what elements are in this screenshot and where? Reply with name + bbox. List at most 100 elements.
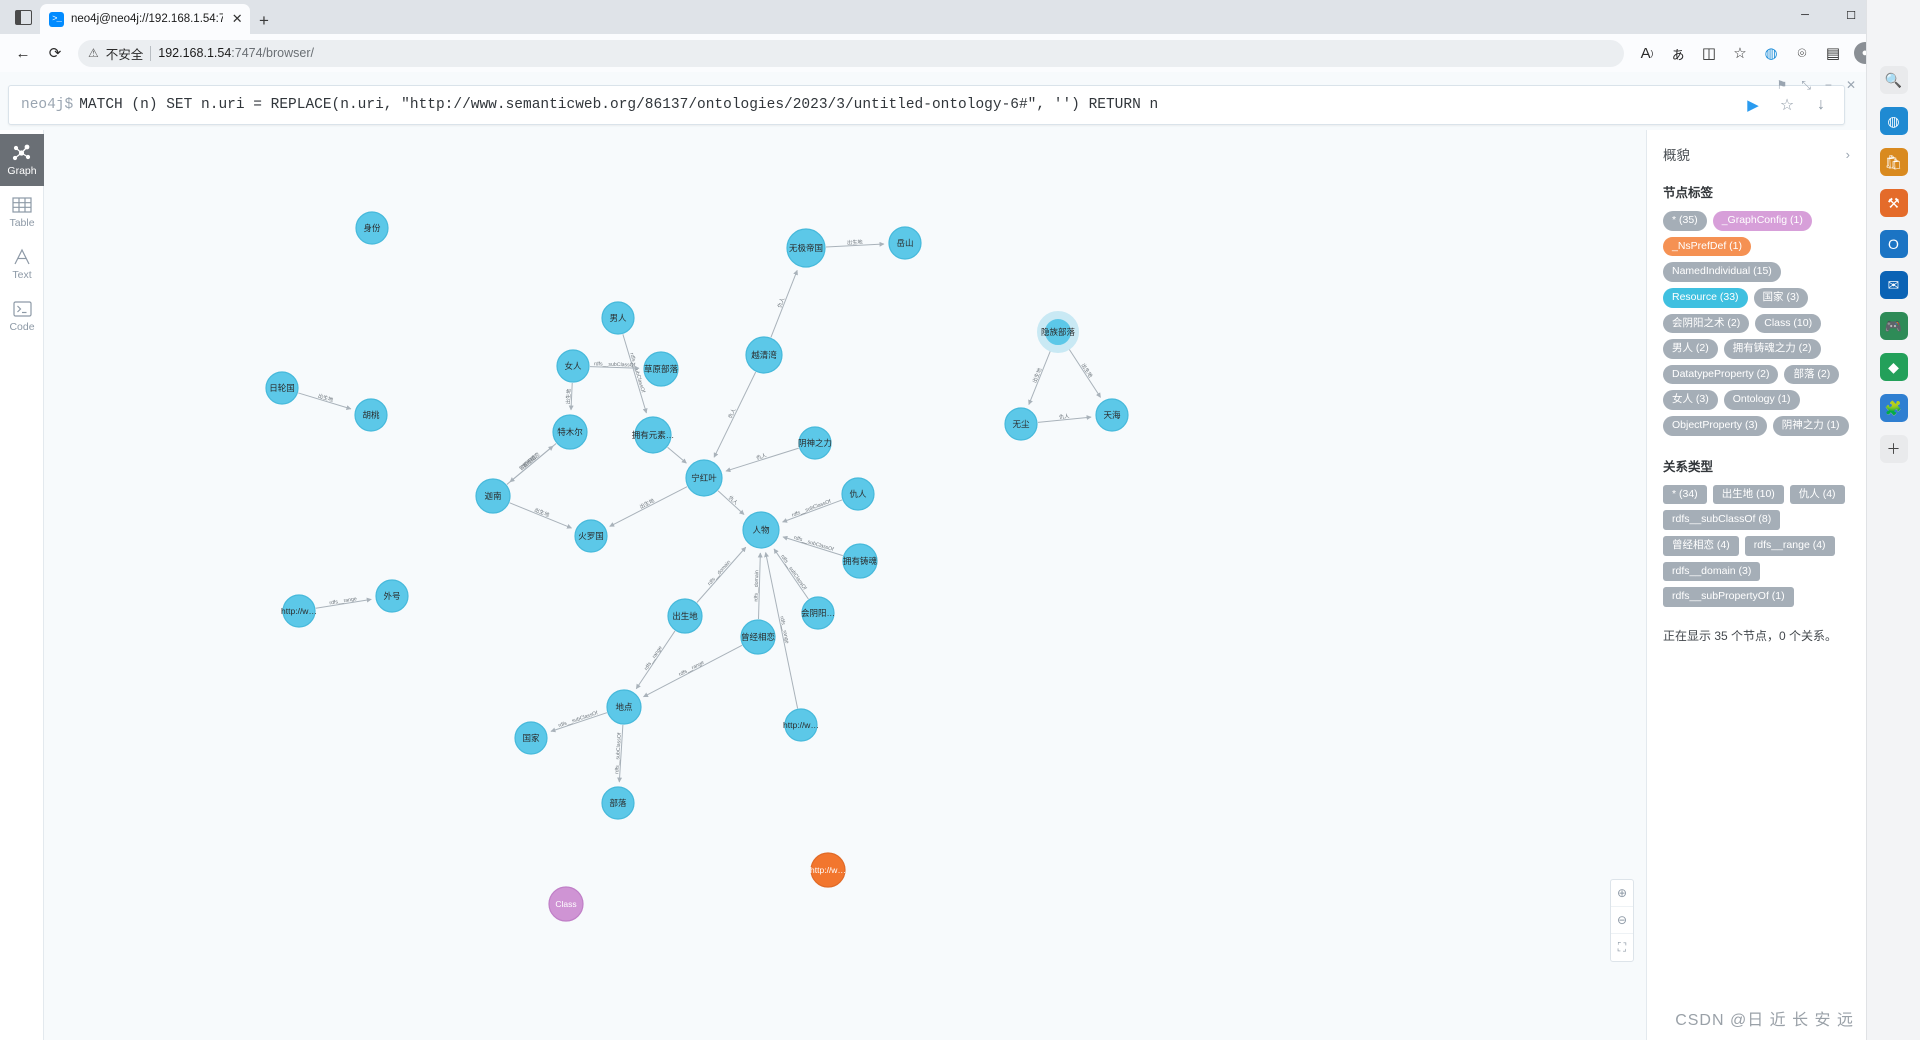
graph-node[interactable]: http://w… [281, 594, 317, 628]
node-label-chip[interactable]: 拥有铸魂之力 (2) [1723, 339, 1821, 359]
graph-node-circle[interactable] [801, 596, 835, 630]
graph-canvas[interactable]: 出生地 仇人 rdfs__subClassOf rdfs__subClassOf 出生地… [44, 130, 1920, 1040]
graph-node[interactable]: 天海 [1095, 398, 1129, 432]
browser-essentials-icon[interactable]: ⌾ [1787, 38, 1817, 68]
graph-node[interactable]: http://w… [810, 852, 846, 888]
relationship-type-chip[interactable]: rdfs__subClassOf (8) [1663, 510, 1781, 531]
relationship-type-chip[interactable]: 仇人 (4) [1789, 484, 1845, 505]
graph-node[interactable]: 胡桃 [354, 398, 388, 432]
graph-node-circle[interactable] [601, 786, 635, 820]
graph-edge[interactable] [667, 446, 687, 464]
node-label-chip[interactable]: 国家 (3) [1753, 287, 1809, 308]
sidebar-item-table[interactable]: Table [0, 186, 44, 238]
graph-node[interactable]: 日轮国 [265, 371, 299, 405]
query-editor[interactable]: neo4j$ MATCH (n) SET n.uri = REPLACE(n.u… [8, 85, 1845, 125]
graph-node-circle[interactable] [475, 478, 511, 514]
outlook-icon[interactable]: ✉ [1879, 271, 1908, 299]
graph-node[interactable]: 特木尔 [552, 414, 588, 450]
relationship-type-chip[interactable]: 曾经相恋 (4) [1663, 536, 1739, 556]
node-label-chip[interactable]: _GraphConfig (1) [1712, 211, 1812, 231]
minimize-button[interactable]: ─ [1782, 0, 1828, 30]
browser-tab[interactable]: >_ neo4j@neo4j://192.168.1.54:768 ✕ [40, 4, 250, 34]
back-button[interactable]: ← [8, 38, 38, 68]
graph-node-circle[interactable] [1037, 311, 1079, 353]
graph-node[interactable]: 曾经相恋 [740, 619, 776, 655]
graph-node-circle[interactable] [354, 398, 388, 432]
collections-icon[interactable]: ▤ [1818, 38, 1848, 68]
zoom-in-button[interactable]: ⊕ [1611, 880, 1633, 907]
node-label-chip[interactable]: 会阴阳之术 (2) [1663, 313, 1750, 334]
graph-node[interactable]: 仇人 [841, 477, 875, 511]
graph-node[interactable]: 人物 [742, 511, 780, 549]
graph-node[interactable]: 拥有铸魂 [842, 543, 878, 579]
translate-icon[interactable]: ぁ [1663, 38, 1693, 68]
graph-node[interactable]: 阴神之力 [798, 426, 832, 460]
shopping-icon[interactable]: 🛍 [1879, 148, 1908, 176]
graph-node-circle[interactable] [514, 721, 548, 755]
graph-node[interactable]: 无极帝国 [786, 228, 826, 268]
graph-node[interactable]: 越清湾 [745, 336, 783, 374]
relationship-type-chip[interactable]: rdfs__range (4) [1744, 536, 1835, 556]
address-bar[interactable]: ⚠ 不安全 192.168.1.54:7474/browser/ [78, 39, 1624, 67]
search-icon[interactable]: 🔍 [1879, 66, 1908, 94]
graph-node-circle[interactable] [742, 511, 780, 549]
reload-button[interactable]: ⟳ [40, 38, 70, 68]
graph-node[interactable]: 岳山 [888, 226, 922, 260]
graph-node-circle[interactable] [740, 619, 776, 655]
relationship-type-chip[interactable]: rdfs__domain (3) [1663, 561, 1761, 582]
graph-node[interactable]: 草原部落 [643, 351, 679, 387]
graph-node-circle[interactable] [786, 228, 826, 268]
tab-search-icon[interactable] [6, 2, 40, 32]
graph-node[interactable]: 外号 [375, 579, 409, 613]
graph-node-circle[interactable] [888, 226, 922, 260]
graph-node[interactable]: 国家 [514, 721, 548, 755]
graph-node-circle[interactable] [355, 211, 389, 245]
graph-node[interactable]: 身份 [355, 211, 389, 245]
node-label-chip[interactable]: * (35) [1663, 211, 1707, 231]
graph-node-circle[interactable] [643, 351, 679, 387]
relationship-type-chip[interactable]: 出生地 (10) [1712, 484, 1784, 505]
run-query-button[interactable]: ▶ [1736, 96, 1770, 114]
new-tab-button[interactable]: + [250, 11, 278, 34]
node-label-chip[interactable]: 女人 (3) [1663, 390, 1718, 411]
zoom-out-button[interactable]: ⊖ [1611, 907, 1633, 934]
graph-node-circle[interactable] [265, 371, 299, 405]
node-label-chip[interactable]: ObjectProperty (3) [1663, 416, 1767, 436]
minimize-icon[interactable]: − [1825, 78, 1832, 93]
graph-node-circle[interactable] [601, 301, 635, 335]
node-label-chip[interactable]: 男人 (2) [1663, 339, 1718, 359]
graph-node-circle[interactable] [798, 426, 832, 460]
graph-node[interactable]: 迦南 [475, 478, 511, 514]
graph-node[interactable]: 火罗国 [574, 519, 608, 553]
games-icon[interactable]: 🎮 [1879, 312, 1908, 340]
pin-icon[interactable]: ⚑ [1777, 78, 1788, 93]
tools-icon[interactable]: ⚒ [1879, 189, 1908, 217]
graph-node[interactable]: 隐族部落 [1037, 311, 1079, 353]
graph-node-circle[interactable] [1004, 407, 1038, 441]
close-editor-icon[interactable]: ✕ [1846, 78, 1856, 93]
relationship-type-chip[interactable]: * (34) [1663, 484, 1707, 505]
graph-node[interactable]: Class [548, 886, 584, 922]
graph-node[interactable]: 宁红叶 [685, 459, 723, 497]
graph-node[interactable]: 出生地 [667, 598, 703, 634]
graph-node-circle[interactable] [784, 708, 818, 742]
zoom-fit-button[interactable]: ⛶ [1611, 934, 1633, 961]
graph-node[interactable]: 地点 [606, 689, 642, 725]
node-label-chip[interactable]: NamedIndividual (15) [1663, 262, 1781, 282]
download-query-button[interactable]: ↓ [1804, 96, 1838, 114]
sidebar-item-graph[interactable]: Graph [0, 134, 44, 186]
cypher-query-text[interactable]: MATCH (n) SET n.uri = REPLACE(n.uri, "ht… [79, 97, 1736, 113]
node-label-chip[interactable]: _NsPrefDef (1) [1663, 236, 1752, 257]
graph-node[interactable]: http://w… [783, 708, 819, 742]
sidebar-item-text[interactable]: Text [0, 238, 44, 290]
graph-node-circle[interactable] [634, 416, 672, 454]
copilot-icon[interactable]: ◍ [1756, 38, 1786, 68]
favorite-icon[interactable]: ☆ [1725, 38, 1755, 68]
node-label-chip[interactable]: 阴神之力 (1) [1772, 416, 1849, 436]
graph-node-circle[interactable] [745, 336, 783, 374]
graph-node-circle[interactable] [552, 414, 588, 450]
graph-node-circle[interactable] [842, 543, 878, 579]
copilot-app-icon[interactable]: ◍ [1879, 107, 1908, 135]
split-screen-icon[interactable]: ◫ [1694, 38, 1724, 68]
graph-node[interactable]: 会阴阳… [801, 596, 835, 630]
